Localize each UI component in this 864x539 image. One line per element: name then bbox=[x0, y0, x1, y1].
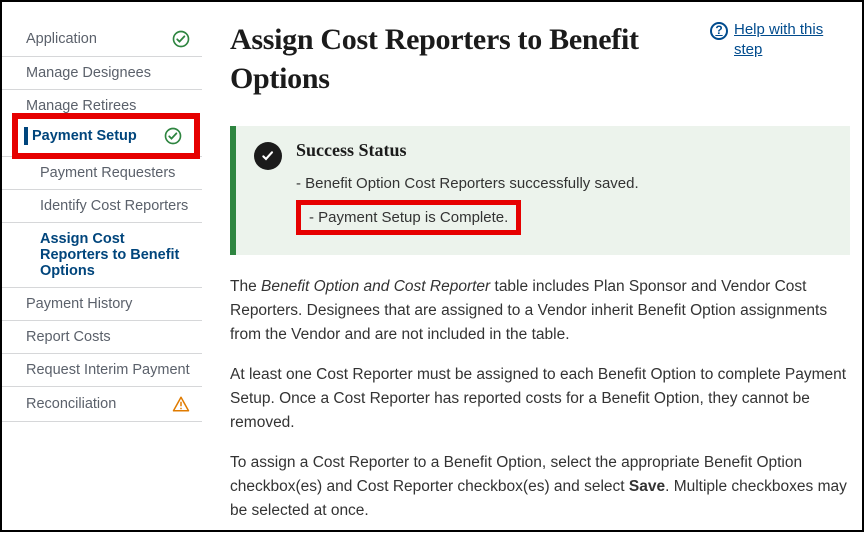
nav-payment-setup[interactable]: Payment Setup bbox=[18, 119, 194, 153]
nav-label: Payment History bbox=[26, 296, 132, 312]
nav-label: Identify Cost Reporters bbox=[40, 198, 188, 214]
nav-label: Reconciliation bbox=[26, 396, 116, 412]
help-link[interactable]: ? Help with this step bbox=[710, 20, 850, 59]
checkmark-icon bbox=[172, 30, 190, 48]
nav-label: Report Costs bbox=[26, 329, 111, 345]
body-text: The Benefit Option and Cost Reporter tab… bbox=[230, 275, 850, 539]
nav-assign-cost-reporters[interactable]: Assign Cost Reporters to Benefit Options bbox=[2, 223, 202, 288]
question-icon: ? bbox=[710, 22, 728, 40]
checkmark-filled-icon bbox=[254, 142, 282, 170]
header-row: Assign Cost Reporters to Benefit Options… bbox=[230, 20, 850, 98]
nav-payment-history[interactable]: Payment History bbox=[2, 288, 202, 321]
nav-report-costs[interactable]: Report Costs bbox=[2, 321, 202, 354]
main-content: Assign Cost Reporters to Benefit Options… bbox=[202, 10, 850, 530]
page-title: Assign Cost Reporters to Benefit Options bbox=[230, 20, 690, 98]
help-text: Help with this step bbox=[734, 20, 850, 59]
alert-heading: Success Status bbox=[296, 140, 639, 161]
nav-manage-designees[interactable]: Manage Designees bbox=[2, 57, 202, 90]
nav-identify-cost-reporters[interactable]: Identify Cost Reporters bbox=[2, 190, 202, 223]
nav-label: Payment Setup bbox=[32, 128, 137, 144]
nav-application[interactable]: Application bbox=[2, 22, 202, 57]
nav-label: Manage Designees bbox=[26, 65, 151, 81]
nav-label: Assign Cost Reporters to Benefit Options bbox=[40, 231, 190, 279]
warning-icon bbox=[172, 395, 190, 413]
alert-message: Payment Setup is Complete. bbox=[309, 209, 508, 226]
nav-payment-requesters[interactable]: Payment Requesters bbox=[2, 156, 202, 190]
sidebar-nav: Application Manage Designees Manage Reti… bbox=[2, 10, 202, 530]
success-alert: Success Status Benefit Option Cost Repor… bbox=[230, 126, 850, 255]
alert-message: Benefit Option Cost Reporters successful… bbox=[296, 171, 639, 196]
nav-label: Payment Requesters bbox=[40, 165, 175, 181]
highlight-payment-complete: Payment Setup is Complete. bbox=[296, 200, 521, 235]
nav-label: Application bbox=[26, 31, 97, 47]
nav-request-interim-payment[interactable]: Request Interim Payment bbox=[2, 354, 202, 387]
paragraph-2: At least one Cost Reporter must be assig… bbox=[230, 363, 850, 435]
alert-body: Success Status Benefit Option Cost Repor… bbox=[296, 140, 639, 235]
paragraph-3: To assign a Cost Reporter to a Benefit O… bbox=[230, 451, 850, 523]
paragraph-1: The Benefit Option and Cost Reporter tab… bbox=[230, 275, 850, 347]
nav-reconciliation[interactable]: Reconciliation bbox=[2, 387, 202, 422]
nav-label: Manage Retirees bbox=[26, 98, 136, 114]
nav-label: Request Interim Payment bbox=[26, 362, 190, 378]
checkmark-icon bbox=[164, 127, 182, 145]
highlight-payment-setup: Payment Setup bbox=[12, 113, 200, 159]
